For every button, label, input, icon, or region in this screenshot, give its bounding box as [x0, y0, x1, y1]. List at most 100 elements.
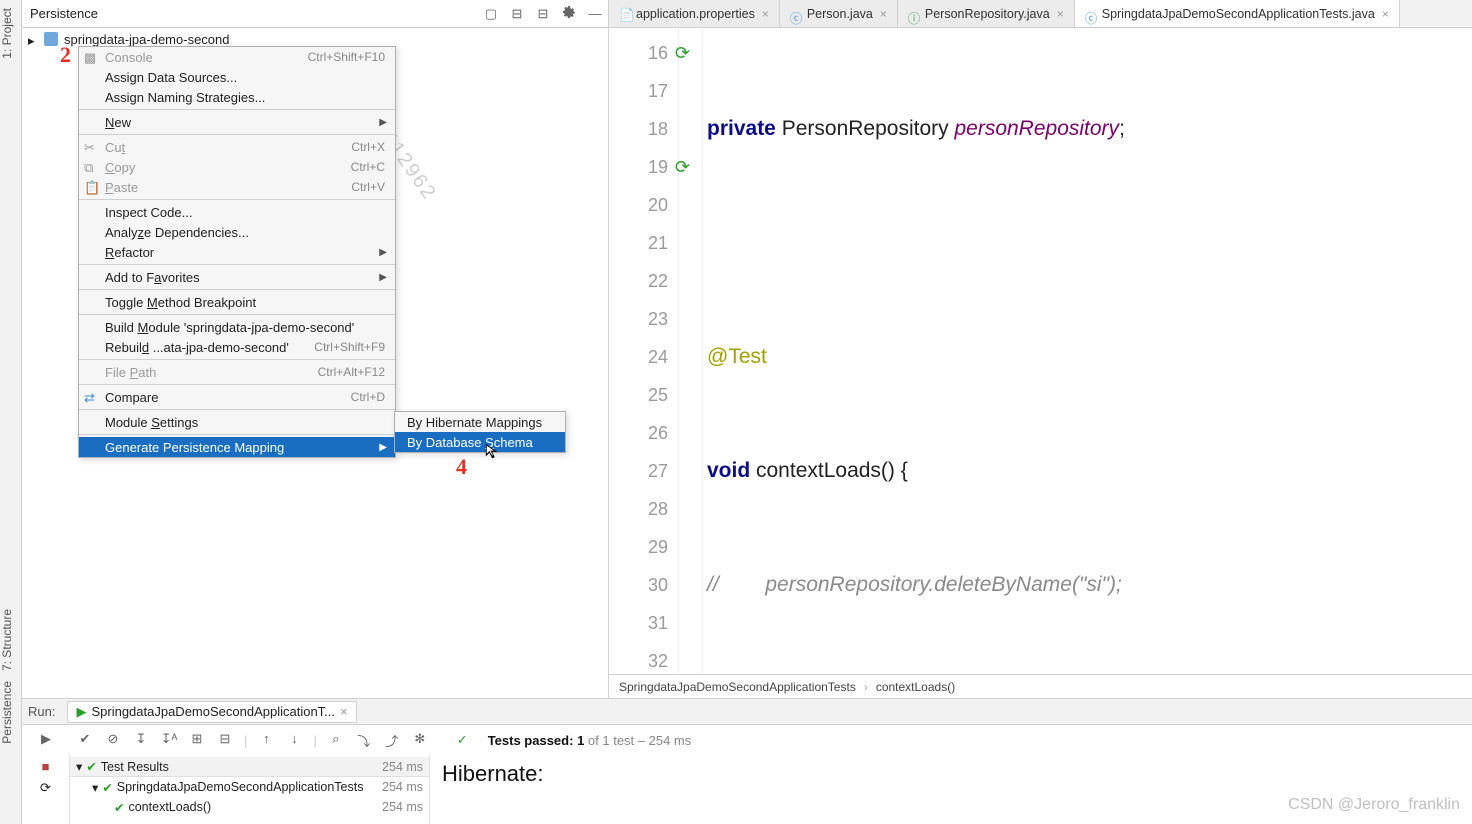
dump-threads-button[interactable]: ⟳: [40, 780, 51, 796]
chevron-right-icon: ›: [864, 680, 868, 694]
structure-toolwin-button[interactable]: 7: Structure: [0, 609, 14, 671]
persistence-title: Persistence: [30, 6, 478, 21]
cut-icon: ✂: [84, 140, 98, 154]
editor-area: 📄application.properties× ⓒPerson.java× ⓘ…: [608, 0, 1472, 698]
chevron-right-icon: ▶: [379, 442, 387, 453]
run-gutter-icon[interactable]: ⟳: [675, 148, 690, 186]
menu-separator: [79, 384, 395, 385]
expand-all-icon[interactable]: ⊟: [508, 5, 526, 23]
menu-separator: [79, 314, 395, 315]
run-gutter-icon[interactable]: ⟳: [675, 34, 690, 72]
test-history-button[interactable]: ⌕: [327, 731, 345, 749]
menu-item-assign-data-sources[interactable]: Assign Data Sources...: [79, 67, 395, 87]
close-icon[interactable]: ×: [1382, 7, 1389, 21]
menu-item-rebuild[interactable]: Rebuild ...ata-jpa-demo-second'Ctrl+Shif…: [79, 337, 395, 357]
expand-all-button[interactable]: ⊞: [188, 731, 206, 749]
chevron-right-icon: ▶: [379, 247, 387, 258]
context-menu: ▩ConsoleCtrl+Shift+F10 Assign Data Sourc…: [78, 46, 396, 458]
next-test-button[interactable]: ↓: [285, 731, 303, 749]
menu-item-paste[interactable]: 📋PasteCtrl+V: [79, 177, 395, 197]
collapse-all-icon[interactable]: ⊟: [534, 5, 552, 23]
submenu-item-by-database-schema[interactable]: By Database Schema: [395, 432, 565, 452]
console-icon: ▩: [84, 50, 98, 64]
menu-separator: [79, 264, 395, 265]
menu-item-copy[interactable]: ⧉CopyCtrl+C: [79, 157, 395, 177]
module-name: springdata-jpa-demo-second: [64, 32, 229, 47]
persistence-panel-header: Persistence ▢ ⊟ ⊟ —: [22, 0, 608, 28]
copy-icon: ⧉: [84, 160, 98, 174]
breadcrumb-class[interactable]: SpringdataJpaDemoSecondApplicationTests: [619, 680, 856, 694]
chevron-down-icon[interactable]: ▾: [92, 780, 98, 795]
menu-item-inspect-code[interactable]: Inspect Code...: [79, 202, 395, 222]
rerun-button[interactable]: ▶: [37, 731, 55, 749]
code-content[interactable]: private PersonRepository personRepositor…: [703, 28, 1472, 674]
close-icon[interactable]: ×: [762, 7, 769, 21]
compare-icon: ⇄: [84, 390, 98, 404]
settings-button[interactable]: ✻: [411, 731, 429, 749]
menu-item-file-path[interactable]: File PathCtrl+Alt+F12: [79, 362, 395, 382]
chevron-down-icon[interactable]: ▾: [76, 759, 82, 774]
menu-item-analyze-deps[interactable]: Analyze Dependencies...: [79, 222, 395, 242]
run-panel: Run: ▶ SpringdataJpaDemoSecondApplicatio…: [22, 698, 1472, 824]
editor-breadcrumb[interactable]: SpringdataJpaDemoSecondApplicationTests …: [609, 674, 1472, 698]
menu-separator: [79, 409, 395, 410]
menu-item-generate-persistence-mapping[interactable]: Generate Persistence Mapping▶: [79, 437, 395, 457]
show-passed-button[interactable]: ✔: [76, 731, 94, 749]
submenu-item-by-hibernate[interactable]: By Hibernate Mappings: [395, 412, 565, 432]
menu-item-toggle-breakpoint[interactable]: Toggle Method Breakpoint: [79, 292, 395, 312]
paste-icon: 📋: [84, 180, 98, 194]
run-config-tab[interactable]: ▶ SpringdataJpaDemoSecondApplicationT...…: [67, 701, 356, 723]
tree-node-method[interactable]: ✔contextLoads()254 ms: [70, 797, 429, 817]
breadcrumb-method[interactable]: contextLoads(): [876, 680, 955, 694]
menu-item-module-settings[interactable]: Module Settings: [79, 412, 395, 432]
tab-personrepository-java[interactable]: ⓘPersonRepository.java×: [898, 0, 1075, 27]
tab-application-properties[interactable]: 📄application.properties×: [609, 0, 780, 27]
menu-item-new[interactable]: New▶: [79, 112, 395, 132]
menu-separator: [79, 289, 395, 290]
editor-body[interactable]: 16⟳ 17 18 19⟳ 20 21 22 23 24 25 26 27 28…: [609, 28, 1472, 674]
check-icon: ✔: [86, 759, 96, 774]
menu-item-compare[interactable]: ⇄CompareCtrl+D: [79, 387, 395, 407]
stop-button[interactable]: ■: [42, 759, 50, 774]
run-config-tab-label: SpringdataJpaDemoSecondApplicationT...: [91, 704, 335, 719]
close-icon[interactable]: ×: [1057, 7, 1064, 21]
close-icon[interactable]: ×: [340, 704, 348, 719]
hide-icon[interactable]: —: [586, 5, 604, 23]
sort-button[interactable]: ↧: [132, 731, 150, 749]
import-tests-button[interactable]: ⤵: [355, 731, 373, 749]
menu-separator: [79, 134, 395, 135]
menu-separator: [79, 109, 395, 110]
run-tabbar: Run: ▶ SpringdataJpaDemoSecondApplicatio…: [22, 699, 1472, 725]
tree-node-class[interactable]: ▾✔SpringdataJpaDemoSecondApplicationTest…: [70, 777, 429, 797]
menu-item-add-favorites[interactable]: Add to Favorites▶: [79, 267, 395, 287]
tree-header[interactable]: ▾✔Test Results254 ms: [70, 757, 429, 777]
java-interface-icon: ⓘ: [908, 8, 920, 20]
tab-person-java[interactable]: ⓒPerson.java×: [780, 0, 898, 27]
java-class-icon: ⓒ: [1085, 8, 1097, 20]
show-ignored-button[interactable]: ⊘: [104, 731, 122, 749]
expander-icon[interactable]: ▸: [28, 33, 40, 45]
menu-item-refactor[interactable]: Refactor▶: [79, 242, 395, 262]
menu-item-build-module[interactable]: Build Module 'springdata-jpa-demo-second…: [79, 317, 395, 337]
select-open-icon[interactable]: ▢: [482, 5, 500, 23]
collapse-all-button[interactable]: ⊟: [216, 731, 234, 749]
menu-item-console[interactable]: ▩ConsoleCtrl+Shift+F10: [79, 47, 395, 67]
test-status-text: Tests passed: 1 of 1 test – 254 ms: [488, 733, 692, 748]
menu-item-assign-naming-strategies[interactable]: Assign Naming Strategies...: [79, 87, 395, 107]
test-tree[interactable]: ▾✔Test Results254 ms ▾✔SpringdataJpaDemo…: [70, 755, 430, 824]
menu-item-cut[interactable]: ✂CutCtrl+X: [79, 137, 395, 157]
persistence-toolwin-button[interactable]: Persistence: [0, 681, 14, 744]
fold-column[interactable]: [679, 28, 703, 674]
close-icon[interactable]: ×: [880, 7, 887, 21]
console-output[interactable]: Hibernate:: [430, 755, 1472, 824]
menu-separator: [79, 199, 395, 200]
tab-tests-java[interactable]: ⓒSpringdataJpaDemoSecondApplicationTests…: [1075, 0, 1400, 27]
java-class-icon: ⓒ: [790, 8, 802, 20]
gear-icon[interactable]: [560, 5, 578, 23]
prev-test-button[interactable]: ↑: [257, 731, 275, 749]
project-toolwin-button[interactable]: 1: Project: [0, 8, 14, 59]
editor-tabs: 📄application.properties× ⓒPerson.java× ⓘ…: [609, 0, 1472, 28]
file-icon: 📄: [619, 8, 631, 20]
sort-alpha-button[interactable]: ↧ᴬ: [160, 731, 178, 749]
export-tests-button[interactable]: ⤴: [383, 731, 401, 749]
